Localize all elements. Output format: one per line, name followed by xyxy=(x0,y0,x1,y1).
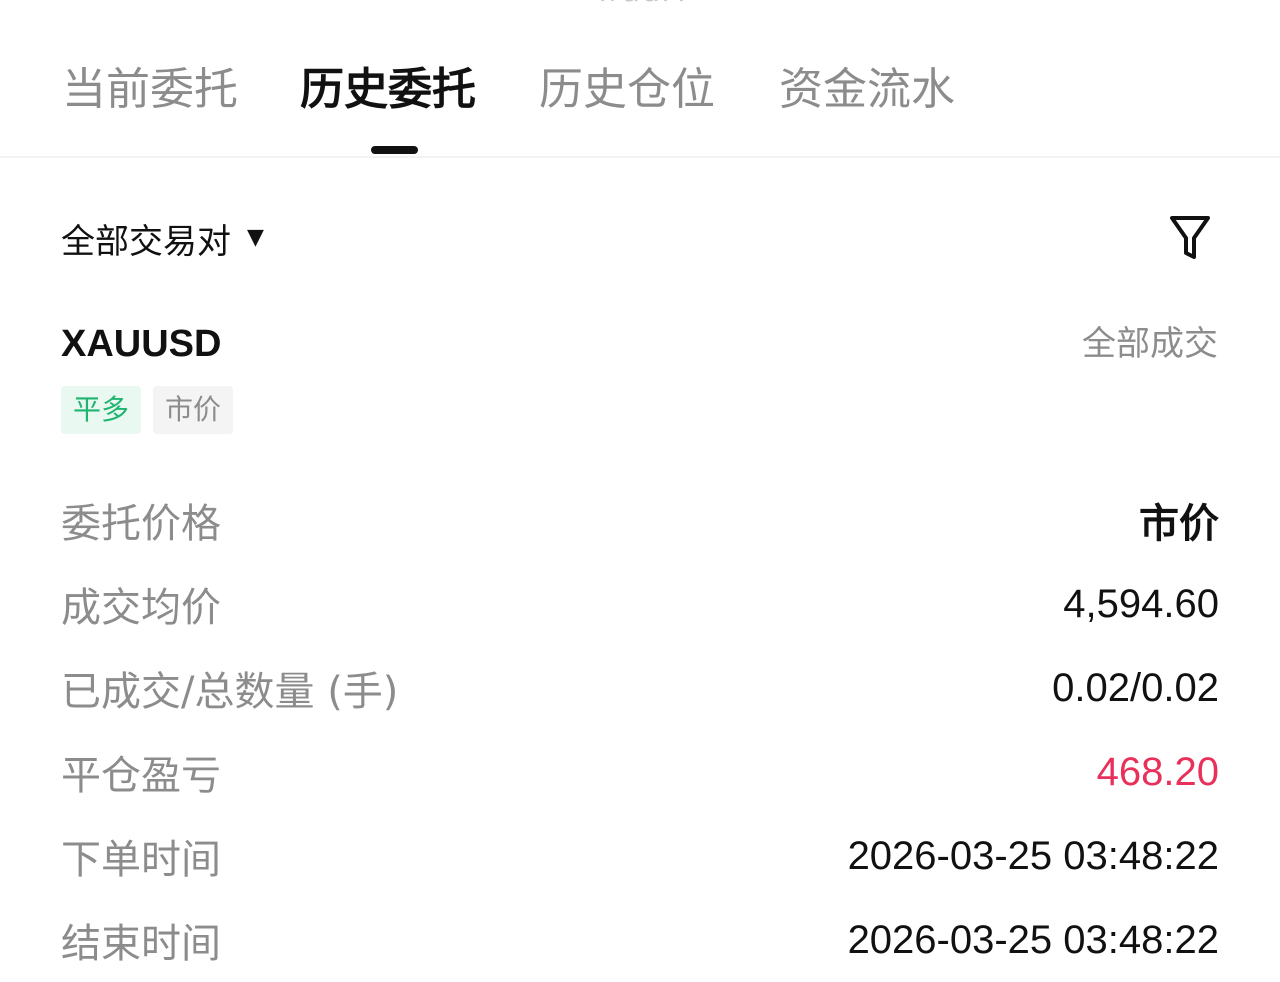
end-time-label: 结束时间 xyxy=(61,921,221,967)
trading-pair-label: 全部交易对 xyxy=(61,221,231,262)
detail-row-order-price: 委托价格 市价 xyxy=(61,478,1219,562)
order-tags: 平多 市价 xyxy=(61,386,234,434)
order-price-value: 市价 xyxy=(1139,501,1219,547)
closing-pnl-value: 468.20 xyxy=(1096,749,1219,794)
detail-row-order-time: 下单时间 2026-03-25 03:48:22 xyxy=(61,814,1219,898)
filled-quantity-value: 0.02/0.02 xyxy=(1052,665,1219,710)
order-price-label: 委托价格 xyxy=(61,501,221,547)
order-symbol: XAUUSD xyxy=(61,323,222,365)
avg-price-value: 4,594.60 xyxy=(1063,581,1219,626)
order-time-value: 2026-03-25 03:48:22 xyxy=(847,833,1219,878)
tab-order-history[interactable]: 历史委托 xyxy=(300,58,476,122)
end-time-value: 2026-03-25 03:48:22 xyxy=(847,917,1219,962)
order-type-tag: 市价 xyxy=(153,386,234,434)
filter-button[interactable] xyxy=(1164,210,1216,266)
detail-row-closing-pnl: 平仓盈亏 468.20 xyxy=(61,730,1219,814)
tab-current-orders[interactable]: 当前委托 xyxy=(62,58,238,122)
detail-row-filled-quantity: 已成交/总数量 (手) 0.02/0.02 xyxy=(61,646,1219,730)
active-tab-indicator xyxy=(371,146,418,154)
detail-row-avg-price: 成交均价 4,594.60 xyxy=(61,562,1219,646)
avg-price-label: 成交均价 xyxy=(61,585,221,631)
filled-quantity-label: 已成交/总数量 (手) xyxy=(61,669,399,715)
trading-pair-dropdown[interactable]: 全部交易对 ▼ xyxy=(61,212,264,264)
order-detail-list: 委托价格 市价 成交均价 4,594.60 已成交/总数量 (手) 0.02/0… xyxy=(61,478,1219,982)
detail-row-end-time: 结束时间 2026-03-25 03:48:22 xyxy=(61,898,1219,982)
tab-fund-flow[interactable]: 资金流水 xyxy=(779,58,955,122)
tab-position-history[interactable]: 历史仓位 xyxy=(539,58,715,122)
tab-bar: 当前委托 历史委托 历史仓位 资金流水 xyxy=(0,0,1280,158)
side-tag: 平多 xyxy=(61,386,142,434)
closing-pnl-label: 平仓盈亏 xyxy=(61,753,221,799)
filter-icon xyxy=(1170,216,1210,259)
order-time-label: 下单时间 xyxy=(61,837,221,883)
order-status: 全部成交 xyxy=(1082,324,1218,364)
caret-down-icon: ▼ xyxy=(247,225,264,250)
